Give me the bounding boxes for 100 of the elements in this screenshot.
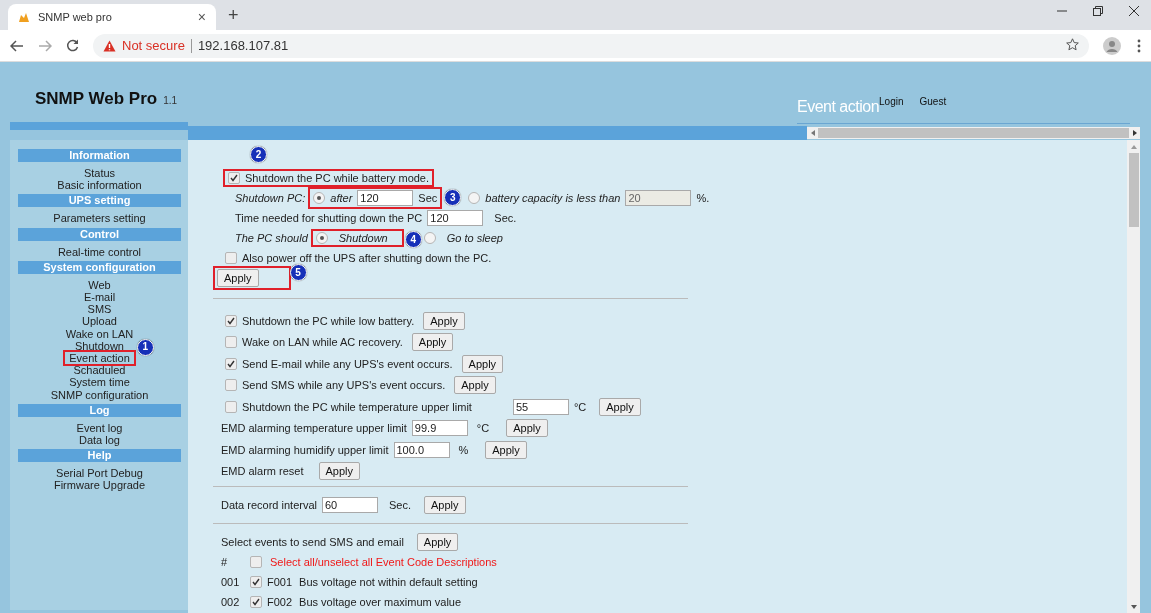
apply-button[interactable]: Apply: [411, 333, 454, 352]
field-label: Shutdown PC:: [235, 192, 306, 204]
scrollbar-thumb[interactable]: [1128, 153, 1139, 227]
nav-link[interactable]: Serial Port Debug: [52, 467, 147, 480]
input-field[interactable]: 100.0: [393, 441, 450, 458]
back-icon[interactable]: [10, 39, 24, 52]
nav-link[interactable]: SNMP configuration: [46, 388, 153, 401]
section-header: Help: [18, 449, 181, 463]
nav-link[interactable]: Data log: [75, 434, 124, 447]
input-field[interactable]: 55: [512, 398, 569, 415]
apply-button[interactable]: Apply: [599, 397, 641, 416]
nav-link[interactable]: Basic information: [53, 179, 146, 192]
nav-link[interactable]: Parameters setting: [49, 212, 150, 225]
input-field[interactable]: 99.9: [411, 420, 468, 437]
section-header: Information: [18, 149, 181, 162]
option-label: Send E-mail while any UPS's event occurs.: [242, 357, 453, 370]
unit-label: Sec.: [389, 499, 411, 511]
radio-button[interactable]: [423, 232, 436, 244]
forward-icon[interactable]: [38, 39, 52, 52]
section-header: UPS setting: [18, 194, 181, 208]
nav-link[interactable]: Schaduled: [69, 364, 130, 377]
radio-button[interactable]: [313, 192, 326, 204]
apply-button[interactable]: Apply: [461, 354, 504, 373]
nav-link[interactable]: Real-time control: [53, 245, 146, 258]
checkbox[interactable]: [225, 252, 237, 264]
favicon-icon: [18, 11, 30, 23]
checkbox[interactable]: [225, 379, 237, 392]
scroll-up-icon[interactable]: [1130, 145, 1137, 149]
nav-link[interactable]: SMS: [83, 303, 116, 316]
nav-link[interactable]: E-mail: [79, 291, 120, 304]
option-label: Send SMS while any UPS's event occurs.: [242, 379, 446, 392]
input-field[interactable]: 60: [322, 497, 378, 513]
unit-label: Sec.: [494, 212, 517, 224]
input-field[interactable]: 120: [427, 210, 484, 226]
section-label: Select events to send SMS and email: [221, 536, 404, 548]
unit-label: Sec: [418, 192, 438, 204]
nav-link[interactable]: Web: [84, 278, 115, 291]
field-label: Time needed for shutting down the PC: [235, 212, 423, 224]
scrollbar-thumb[interactable]: [818, 128, 1129, 138]
profile-icon[interactable]: [1103, 36, 1121, 55]
checkbox[interactable]: [225, 314, 237, 327]
checkbox[interactable]: [225, 400, 237, 413]
select-all-link[interactable]: Select all/unselect all Event Code Descriptions: [270, 556, 497, 568]
checkbox[interactable]: [250, 596, 262, 608]
apply-button[interactable]: Apply: [424, 496, 466, 514]
restore-icon[interactable]: [1093, 6, 1103, 16]
row-number: 002: [221, 596, 241, 608]
close-icon[interactable]: [1129, 6, 1139, 16]
horizontal-scrollbar[interactable]: [807, 127, 1140, 139]
option-label: EMD alarming temperature upper limit: [221, 422, 407, 435]
nav-link[interactable]: Shutdown: [71, 339, 128, 353]
scroll-left-icon[interactable]: [810, 129, 815, 136]
star-icon[interactable]: [1066, 37, 1079, 51]
nav-link[interactable]: System time: [65, 376, 134, 389]
checkbox-label: Shutdown the PC while battery mode.: [245, 172, 430, 184]
nav-link[interactable]: Upload: [78, 315, 121, 328]
option-label: Shutdown: [338, 232, 388, 244]
security-label: Not secure: [122, 38, 185, 53]
address-bar[interactable]: Not secure 192.168.107.81: [93, 33, 1089, 58]
event-code: F001: [267, 576, 293, 588]
checkbox[interactable]: [225, 357, 237, 370]
nav-link[interactable]: Event log: [72, 421, 127, 435]
option-label: EMD alarm reset: [221, 465, 304, 478]
unit-label: °C: [573, 400, 587, 413]
login-link[interactable]: Login: [879, 96, 904, 107]
apply-button[interactable]: Apply: [423, 311, 465, 330]
version-label: 1.1: [163, 95, 178, 106]
nav-link[interactable]: Status: [79, 167, 120, 180]
checkbox[interactable]: [250, 556, 262, 568]
section-header: Log: [18, 403, 181, 417]
apply-button[interactable]: Apply: [217, 269, 259, 287]
apply-button[interactable]: Apply: [506, 419, 548, 438]
app-title: SNMP Web Pro: [35, 89, 158, 108]
section-header: System configuration: [18, 260, 181, 274]
apply-button[interactable]: Apply: [454, 376, 496, 395]
checkbox[interactable]: [250, 576, 262, 588]
menu-icon[interactable]: [1137, 38, 1141, 53]
reload-icon[interactable]: [66, 39, 79, 52]
option-label: Wake on LAN while AC recovery.: [242, 336, 403, 349]
checkbox[interactable]: [228, 172, 240, 184]
close-tab-button[interactable]: ×: [197, 9, 206, 25]
scroll-down-icon[interactable]: [1130, 605, 1137, 609]
scroll-right-icon[interactable]: [1132, 129, 1137, 136]
input-field[interactable]: 120: [357, 190, 414, 206]
nav-link[interactable]: Firmware Upgrade: [49, 479, 150, 492]
apply-button[interactable]: Apply: [318, 462, 361, 481]
apply-button[interactable]: Apply: [416, 533, 459, 551]
event-description: Bus voltage not within default setting: [299, 576, 478, 588]
browser-tab[interactable]: SNMP web pro ×: [8, 4, 216, 30]
option-label: after: [330, 192, 353, 204]
radio-button[interactable]: [315, 232, 328, 244]
option-label: Go to sleep: [446, 232, 503, 244]
field-label: The PC should: [235, 232, 308, 244]
event-description: Bus voltage over maximum value: [299, 596, 462, 608]
section-header: Control: [18, 227, 181, 241]
vertical-scrollbar[interactable]: [1127, 140, 1140, 613]
new-tab-button[interactable]: +: [228, 5, 239, 26]
nav-link[interactable]: Wake on LAN: [61, 327, 138, 340]
apply-button[interactable]: Apply: [485, 440, 527, 459]
checkbox[interactable]: [225, 336, 237, 349]
